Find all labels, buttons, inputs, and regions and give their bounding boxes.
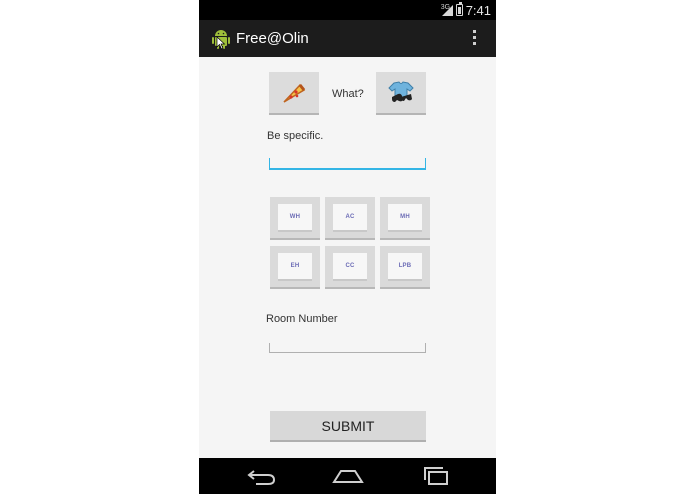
location-button-cc[interactable]: CC xyxy=(325,246,375,289)
location-label: WH xyxy=(278,204,312,232)
phone-screen: 3G 7:41 Free@Olin What? Be specific. WH … xyxy=(199,0,496,494)
description-label: Be specific. xyxy=(267,130,324,142)
clothes-button[interactable] xyxy=(376,72,426,115)
food-button[interactable] xyxy=(269,72,319,115)
overflow-menu-icon[interactable] xyxy=(473,30,477,48)
back-icon[interactable] xyxy=(244,466,278,486)
room-number-input[interactable] xyxy=(269,343,426,353)
location-button-lpb[interactable]: LPB xyxy=(380,246,430,289)
clothes-icon xyxy=(388,80,414,102)
description-input[interactable] xyxy=(269,158,426,170)
pizza-icon xyxy=(283,83,306,103)
submit-button[interactable]: SUBMIT xyxy=(270,411,426,442)
home-icon[interactable] xyxy=(331,466,365,486)
location-button-wh[interactable]: WH xyxy=(270,197,320,240)
action-bar: Free@Olin xyxy=(199,20,496,57)
location-button-eh[interactable]: EH xyxy=(270,246,320,289)
status-bar: 3G 7:41 xyxy=(199,0,496,20)
app-title: Free@Olin xyxy=(236,30,309,47)
what-label: What? xyxy=(332,88,364,100)
room-number-label: Room Number xyxy=(266,313,338,325)
status-indicators: 3G 7:41 xyxy=(441,2,491,18)
location-label: MH xyxy=(388,204,422,232)
navigation-bar xyxy=(199,458,496,494)
location-button-ac[interactable]: AC xyxy=(325,197,375,240)
clock: 7:41 xyxy=(465,2,491,18)
android-icon[interactable] xyxy=(211,28,231,50)
battery-icon xyxy=(455,2,463,16)
location-label: AC xyxy=(333,204,367,232)
recents-icon[interactable] xyxy=(419,466,453,486)
form-content: What? Be specific. WH AC MH EH CC LPB Ro… xyxy=(199,57,496,458)
location-label: CC xyxy=(333,253,367,281)
location-button-mh[interactable]: MH xyxy=(380,197,430,240)
signal-icon: 3G xyxy=(441,4,453,16)
location-label: EH xyxy=(278,253,312,281)
location-label: LPB xyxy=(388,253,422,281)
